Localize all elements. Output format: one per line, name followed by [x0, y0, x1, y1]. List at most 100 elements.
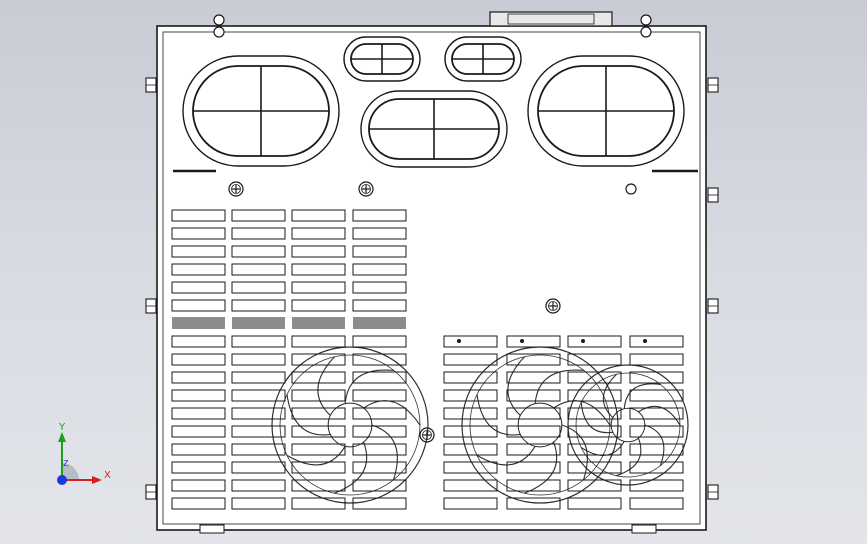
side-screw-right-2	[707, 298, 719, 314]
vent-slot-18	[291, 281, 346, 294]
vent-slot-36	[443, 353, 498, 366]
screw-upper-left	[228, 181, 244, 197]
vent-slot-99	[352, 497, 407, 510]
vent-slot-12	[171, 263, 226, 276]
vent-slot-39	[629, 353, 684, 366]
vent-slot-51	[352, 389, 407, 402]
hole-upper-right-head	[625, 183, 637, 195]
vent-slot-2	[291, 209, 346, 222]
vent-slot-4	[171, 227, 226, 240]
side-screw-right-3	[707, 484, 719, 500]
vent-slot-34	[291, 353, 346, 366]
vent-slot-103	[629, 497, 684, 510]
vent-slot-86	[567, 461, 622, 474]
edge-screw-top-3-head	[640, 26, 652, 38]
screw-middle-right	[545, 298, 561, 314]
vent-slot-101	[506, 497, 561, 510]
vent-slot-8	[171, 245, 226, 258]
edge-screw-top-1	[640, 14, 652, 26]
enclosure-model	[145, 11, 719, 534]
vent-slot-10	[291, 245, 346, 258]
side-screw-right-1	[707, 187, 719, 203]
vent-slot-74	[291, 443, 346, 456]
vent-slot-52	[443, 389, 498, 402]
edge-screw-top-2-head	[213, 26, 225, 38]
vent-slot-21	[231, 299, 286, 312]
vent-slot-3	[352, 209, 407, 222]
vent-slot-96	[171, 497, 226, 510]
vent-slot-45	[506, 371, 561, 384]
vent-slot-9	[231, 245, 286, 258]
vent-slot-48	[171, 389, 226, 402]
vent-slot-16	[171, 281, 226, 294]
vent-slot-32	[171, 353, 226, 366]
screw-upper-center	[358, 181, 374, 197]
vent-slot-20	[171, 299, 226, 312]
vent-dot-2	[581, 339, 585, 343]
side-screw-left-2	[145, 484, 157, 500]
vent-dot-3	[643, 339, 647, 343]
triad-y-label: Y	[58, 422, 66, 433]
vent-slot-53	[506, 389, 561, 402]
vent-slot-17	[231, 281, 286, 294]
vent-slot-59	[352, 407, 407, 420]
vent-slot-66	[291, 425, 346, 438]
vent-slot-57	[231, 407, 286, 420]
edge-screw-top-0-head	[213, 14, 225, 26]
vent-slot-14	[291, 263, 346, 276]
triad-z-axis	[57, 475, 67, 485]
vent-slot-55	[629, 389, 684, 402]
port-small-right	[444, 36, 522, 82]
vent-slot-29	[506, 335, 561, 348]
side-screw-left-0	[145, 77, 157, 93]
vent-slot-81	[231, 461, 286, 474]
vent-slot-28	[443, 335, 498, 348]
vent-dot-1	[520, 339, 524, 343]
vent-slot-30	[567, 335, 622, 348]
side-screw-left-1	[145, 298, 157, 314]
edge-screw-top-1-head	[640, 14, 652, 26]
vent-slot-97	[231, 497, 286, 510]
vent-slot-88	[171, 479, 226, 492]
bottom-foot-right	[631, 524, 657, 534]
vent-slot-23	[352, 299, 407, 312]
vent-dot-0	[457, 339, 461, 343]
triad-x-label: X	[104, 470, 111, 481]
vent-slot-22	[291, 299, 346, 312]
vent-slot-24	[171, 335, 226, 348]
vent-slot-11	[352, 245, 407, 258]
triad-y-arrow	[58, 432, 66, 442]
hole-upper-right	[625, 183, 637, 195]
port-small-left	[343, 36, 421, 82]
vent-slot-33	[231, 353, 286, 366]
vent-slot-82	[291, 461, 346, 474]
bottom-foot-left	[199, 524, 225, 534]
vent-slot-40	[171, 371, 226, 384]
vent-slot-92	[443, 479, 498, 492]
vent-slot-0	[171, 209, 226, 222]
vent-slot-80	[171, 461, 226, 474]
vent-slot-49	[231, 389, 286, 402]
triad-x-arrow	[92, 476, 102, 484]
cad-viewport[interactable]	[0, 0, 867, 544]
vent-slot-65	[231, 425, 286, 438]
vent-slot-6	[291, 227, 346, 240]
edge-screw-top-0	[213, 14, 225, 26]
vent-slot-95	[629, 479, 684, 492]
triad-z-label: Z	[63, 459, 69, 468]
vent-slot-19	[352, 281, 407, 294]
vent-slot-87	[629, 461, 684, 474]
edge-screw-top-3	[640, 26, 652, 38]
vent-slot-79	[629, 443, 684, 456]
vent-slot-58	[291, 407, 346, 420]
vent-slot-13	[231, 263, 286, 276]
vent-slot-91	[352, 479, 407, 492]
vent-slot-100	[443, 497, 498, 510]
vent-slot-56	[171, 407, 226, 420]
vent-slot-15	[352, 263, 407, 276]
vent-slot-25	[231, 335, 286, 348]
vent-slot-1	[231, 209, 286, 222]
port-large-right	[527, 55, 685, 167]
vent-slot-83	[352, 461, 407, 474]
vent-slot-98	[291, 497, 346, 510]
